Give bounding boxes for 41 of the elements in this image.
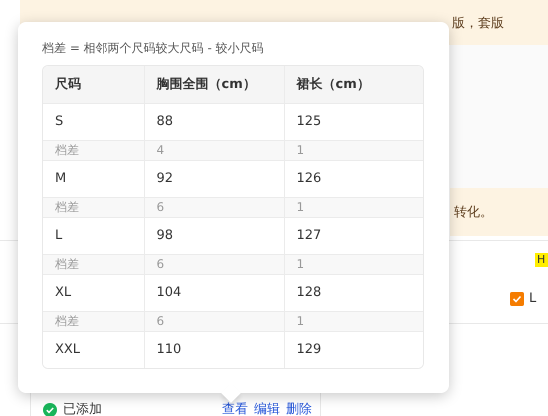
column-header: 裙长（cm） <box>284 66 423 103</box>
notice-text: 转化。 <box>454 205 493 220</box>
table-cell: 6 <box>144 197 284 217</box>
table-cell: 1 <box>284 140 423 160</box>
column-header: 尺码 <box>43 66 144 103</box>
table-cell: 104 <box>144 274 284 311</box>
table-cell: 88 <box>144 103 284 140</box>
table-cell: 档差 <box>43 197 144 217</box>
action-link[interactable]: 删除 <box>286 403 312 416</box>
table-cell: XXL <box>43 331 144 368</box>
status-text: 已添加 <box>63 403 102 416</box>
table-cell: 128 <box>284 274 423 311</box>
table-cell: 4 <box>144 140 284 160</box>
tag: H <box>535 253 548 267</box>
table-cell: 126 <box>284 160 423 197</box>
table-cell: M <box>43 160 144 197</box>
action-link[interactable]: 查看 <box>222 403 248 416</box>
table-cell: 98 <box>144 217 284 254</box>
caption-text: 档差 = 相邻两个尺码较大尺码 - 较小尺码 <box>42 40 265 56</box>
checkbox[interactable] <box>510 292 524 306</box>
table-cell: 127 <box>284 217 423 254</box>
table-cell: 1 <box>284 311 423 331</box>
table-cell: 档差 <box>43 311 144 331</box>
table-cell: 1 <box>284 197 423 217</box>
table-cell: 125 <box>284 103 423 140</box>
action-link[interactable]: 编辑 <box>254 403 280 416</box>
table-cell: 档差 <box>43 254 144 274</box>
table-cell: 1 <box>284 254 423 274</box>
notice-text: 版，套版 <box>452 16 504 31</box>
check-icon <box>512 294 522 304</box>
table-cell: 110 <box>144 331 284 368</box>
table-cell: XL <box>43 274 144 311</box>
table-cell: L <box>43 217 144 254</box>
size-option[interactable]: L <box>510 289 536 308</box>
table-cell: 6 <box>144 311 284 331</box>
table-cell: 6 <box>144 254 284 274</box>
table-cell: 129 <box>284 331 423 368</box>
table-cell: S <box>43 103 144 140</box>
column-header: 胸围全围（cm） <box>144 66 284 103</box>
table-cell: 92 <box>144 160 284 197</box>
table-cell: 档差 <box>43 140 144 160</box>
